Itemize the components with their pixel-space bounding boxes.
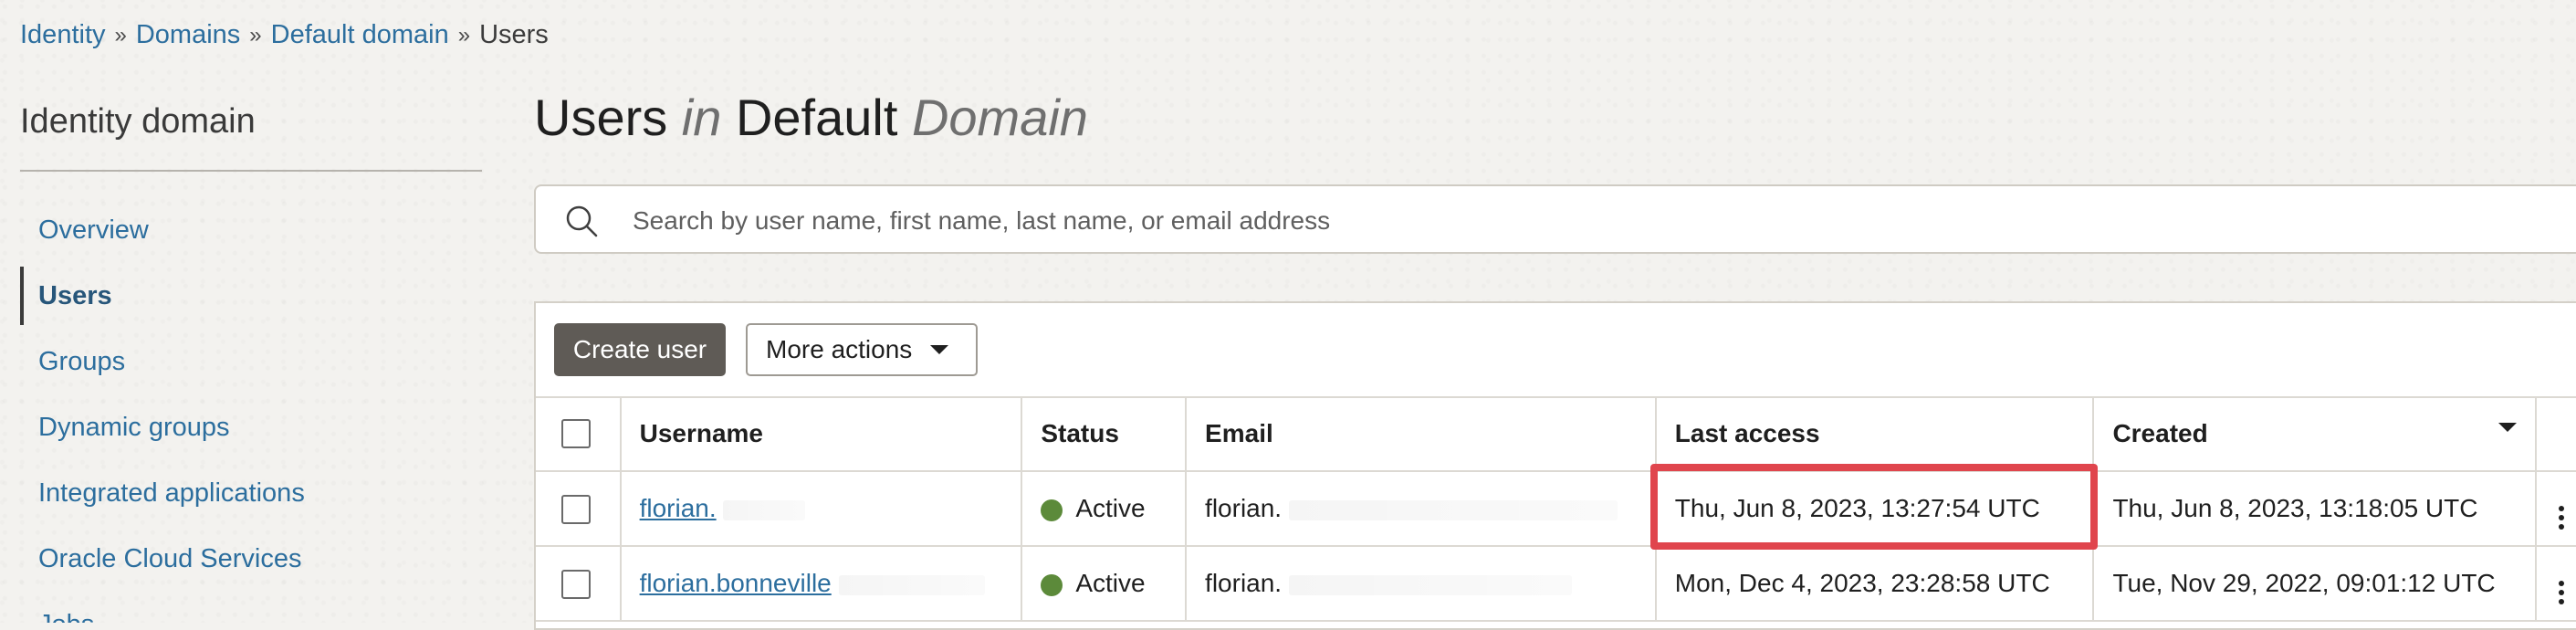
sidebar-nav: Overview Users Groups Dynamic groups Int… [20, 197, 482, 623]
status-text: Active [1075, 569, 1146, 597]
table-row: florian. Active florian. Thu, Jun 8, 202… [536, 471, 2576, 547]
breadcrumb-identity[interactable]: Identity [20, 20, 106, 50]
more-actions-button[interactable]: More actions [746, 323, 978, 376]
search-box[interactable] [534, 184, 2576, 254]
column-header-email[interactable]: Email [1186, 396, 1657, 472]
kebab-menu-icon[interactable] [2559, 580, 2565, 604]
chevron-down-icon [930, 345, 949, 354]
page-title-default: Default [735, 89, 898, 146]
column-header-username[interactable]: Username [620, 396, 1023, 472]
page-title-users: Users [534, 89, 668, 146]
email-cell: florian. [1186, 471, 1657, 547]
sort-descending-icon[interactable] [2498, 422, 2518, 432]
table-header-row: Username Status Email Last access Create… [536, 396, 2576, 472]
username-cell: florian.bonneville [620, 546, 1023, 622]
select-all-checkbox[interactable] [561, 419, 591, 449]
row-checkbox[interactable] [561, 494, 591, 524]
page-title-domain: Domain [911, 89, 1088, 146]
redacted-text [1288, 574, 1572, 595]
page-title-in: in [681, 89, 722, 146]
breadcrumb-domains[interactable]: Domains [136, 20, 240, 50]
status-cell: Active [1021, 546, 1188, 622]
sidebar-title: Identity domain [20, 102, 256, 141]
users-table: Username Status Email Last access Create… [536, 396, 2576, 622]
breadcrumb-separator: » [114, 22, 127, 47]
email-cell: florian. [1186, 546, 1657, 622]
last-access-cell: Thu, Jun 8, 2023, 13:27:54 UTC [1655, 471, 2095, 547]
status-active-icon [1041, 499, 1063, 521]
username-link[interactable]: florian.bonneville [640, 569, 832, 597]
page-title: Users in Default Domain [534, 88, 1088, 147]
search-icon [566, 205, 598, 237]
column-header-created[interactable]: Created [2093, 396, 2538, 472]
create-user-button[interactable]: Create user [554, 323, 726, 376]
sidebar-item-integrated-applications[interactable]: Integrated applications [20, 460, 482, 526]
row-actions-cell [2536, 471, 2576, 547]
breadcrumb-separator: » [249, 22, 262, 47]
sidebar-item-users[interactable]: Users [20, 263, 482, 329]
email-text: florian. [1205, 569, 1283, 597]
table-row: florian.bonneville Active florian. Mon, … [536, 546, 2576, 622]
redacted-text [723, 499, 806, 520]
breadcrumb: Identity » Domains » Default domain » Us… [20, 20, 549, 50]
sidebar-item-overview[interactable]: Overview [20, 197, 482, 263]
column-header-status[interactable]: Status [1021, 396, 1188, 472]
sidebar-item-groups[interactable]: Groups [20, 329, 482, 394]
redacted-text [838, 574, 985, 595]
row-checkbox[interactable] [561, 569, 591, 599]
sidebar-item-dynamic-groups[interactable]: Dynamic groups [20, 394, 482, 460]
users-panel: Create user More actions Username Status… [534, 301, 2576, 630]
kebab-menu-icon[interactable] [2559, 505, 2565, 530]
sidebar-item-jobs[interactable]: Jobs [20, 592, 482, 624]
search-input[interactable] [631, 199, 2369, 243]
table-toolbar: Create user More actions [536, 303, 2576, 398]
column-header-actions [2536, 396, 2576, 472]
status-text: Active [1075, 494, 1146, 522]
column-header-created-label: Created [2112, 418, 2208, 447]
sidebar-divider [20, 170, 482, 172]
column-header-last-access[interactable]: Last access [1655, 396, 2095, 472]
breadcrumb-default-domain[interactable]: Default domain [271, 20, 449, 50]
redacted-text [1288, 499, 1618, 520]
last-access-cell: Mon, Dec 4, 2023, 23:28:58 UTC [1655, 546, 2095, 622]
email-text: florian. [1205, 494, 1283, 522]
username-link[interactable]: florian. [640, 494, 717, 522]
row-select-cell [536, 471, 622, 547]
created-cell: Tue, Nov 29, 2022, 09:01:12 UTC [2093, 546, 2538, 622]
row-actions-cell [2536, 546, 2576, 622]
breadcrumb-current: Users [479, 20, 549, 49]
username-cell: florian. [620, 471, 1023, 547]
status-cell: Active [1021, 471, 1188, 547]
created-cell: Thu, Jun 8, 2023, 13:18:05 UTC [2093, 471, 2538, 547]
row-select-cell [536, 546, 622, 622]
status-active-icon [1041, 573, 1063, 596]
sidebar-item-oracle-cloud-services[interactable]: Oracle Cloud Services [20, 526, 482, 592]
select-all-cell [536, 396, 622, 472]
more-actions-label: More actions [766, 335, 913, 363]
breadcrumb-separator: » [457, 22, 471, 47]
